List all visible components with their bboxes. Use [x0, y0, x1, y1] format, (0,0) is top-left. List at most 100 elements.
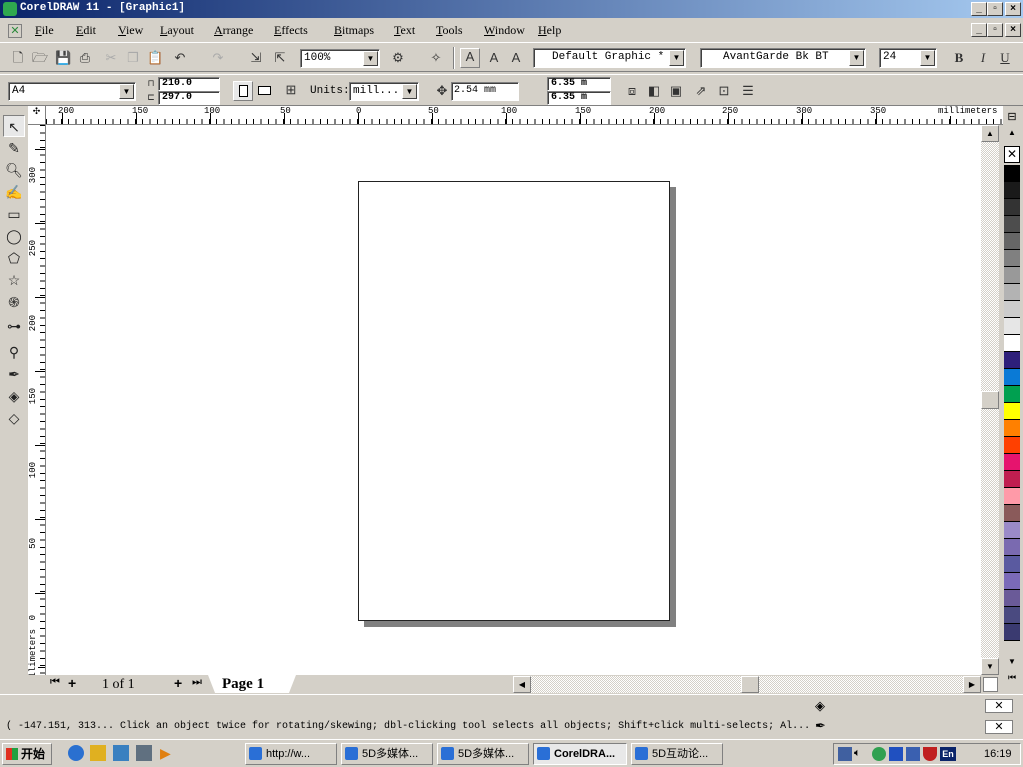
polygon-tool-icon[interactable]: ⬠	[3, 247, 25, 269]
ie-icon[interactable]	[68, 745, 84, 761]
doc-restore-button[interactable]: ▫	[987, 23, 1003, 37]
new-icon[interactable]: 🗋	[10, 50, 26, 66]
media-player-icon[interactable]: ▶	[160, 745, 176, 761]
fill-none-swatch[interactable]: ✕	[985, 699, 1013, 713]
task-button-5d-1[interactable]: 5D多媒体...	[341, 743, 433, 765]
color-swatch[interactable]	[1004, 539, 1020, 556]
corel-online-icon[interactable]: ✧	[428, 50, 444, 66]
horizontal-ruler[interactable]: 200 150 100 50 0 50 100 150 200 250 300 …	[46, 106, 1003, 125]
export-icon[interactable]: ⇱	[272, 50, 288, 66]
paper-type-select[interactable]: A4 ▼	[8, 82, 136, 101]
desktop-icon[interactable]	[113, 745, 129, 761]
color-swatch[interactable]	[1004, 403, 1020, 420]
select-icon[interactable]: ⇗	[693, 83, 709, 99]
minimize-button[interactable]: _	[971, 2, 987, 16]
color-swatch[interactable]	[1004, 335, 1020, 352]
color-swatch[interactable]	[1004, 386, 1020, 403]
scroll-down-button[interactable]: ▼	[981, 658, 999, 675]
treat-as-filled-icon[interactable]: ◧	[646, 83, 662, 99]
page-tab[interactable]: Page 1	[208, 675, 296, 693]
vertical-scroll-thumb[interactable]	[981, 391, 999, 409]
palette-expand-icon[interactable]: ⏮	[1004, 672, 1020, 686]
outline-tool-icon[interactable]: ✒	[3, 363, 25, 385]
units-to-page-icon[interactable]: ⧈	[624, 83, 640, 99]
tray-security-icon[interactable]	[906, 747, 920, 761]
color-swatch[interactable]	[1004, 454, 1020, 471]
star-tool-icon[interactable]: ☆	[3, 269, 25, 291]
menu-tools[interactable]: Tools	[436, 23, 463, 38]
color-swatch[interactable]	[1004, 488, 1020, 505]
ellipse-tool-icon[interactable]: ◯	[3, 225, 25, 247]
tray-lang-indicator[interactable]: En	[940, 747, 956, 761]
text-tool-icon[interactable]: ⊶	[3, 315, 25, 337]
add-page-after-icon[interactable]: +	[174, 675, 182, 691]
nudge-field[interactable]: 2.54 mm	[451, 82, 519, 101]
maximize-button[interactable]: ▫	[987, 2, 1003, 16]
color-swatch[interactable]	[1004, 318, 1020, 335]
doc-minimize-button[interactable]: _	[971, 23, 987, 37]
color-swatch[interactable]	[1004, 437, 1020, 454]
color-swatch[interactable]	[1004, 182, 1020, 199]
shape-tool-icon[interactable]: ✎	[3, 137, 25, 159]
text-direction-icon[interactable]: A	[508, 50, 524, 66]
paper-width-field[interactable]: 210.0	[158, 77, 220, 91]
tray-volume-icon[interactable]: 🔈︎	[854, 747, 868, 761]
first-page-icon[interactable]: ⏮	[50, 676, 60, 689]
menu-text[interactable]: Text	[394, 23, 415, 38]
outlook-icon[interactable]	[90, 745, 106, 761]
color-swatch[interactable]	[1004, 420, 1020, 437]
menu-effects[interactable]: Effects	[274, 23, 308, 38]
color-swatch[interactable]	[1004, 352, 1020, 369]
save-icon[interactable]: 💾	[55, 50, 71, 66]
color-swatch[interactable]	[1004, 216, 1020, 233]
tray-network-icon[interactable]	[838, 747, 852, 761]
menu-help[interactable]: Help	[538, 23, 561, 38]
last-page-icon[interactable]: ⏭	[192, 676, 202, 689]
interactive-fill-tool-icon[interactable]: ◇	[3, 407, 25, 429]
paste-icon[interactable]: 📋	[147, 50, 163, 66]
task-button-coreldraw[interactable]: CorelDRA...	[533, 743, 627, 765]
duplicate-x-field[interactable]: 6.35 m	[547, 77, 611, 91]
pick-tool-icon[interactable]: ↖	[3, 115, 25, 137]
bold-button[interactable]: B	[951, 50, 967, 66]
color-swatch[interactable]	[1004, 369, 1020, 386]
text-underline-icon[interactable]: A	[486, 50, 502, 66]
color-swatch[interactable]	[1004, 199, 1020, 216]
color-swatch[interactable]	[1004, 556, 1020, 573]
start-button[interactable]: 开始	[2, 743, 52, 765]
view-navigator-icon[interactable]	[983, 677, 998, 692]
menu-view[interactable]: View	[118, 23, 143, 38]
options-icon[interactable]: ☰	[740, 83, 756, 99]
show-desktop-icon[interactable]	[136, 745, 152, 761]
color-swatch[interactable]	[1004, 301, 1020, 318]
vertical-scrollbar[interactable]: ▲ ▼	[981, 125, 999, 675]
color-swatch[interactable]	[1004, 284, 1020, 301]
ruler-corner[interactable]: ✣	[28, 106, 46, 125]
close-button[interactable]: ×	[1005, 2, 1021, 16]
color-swatch[interactable]	[1004, 522, 1020, 539]
doc-close-button[interactable]: ×	[1005, 23, 1021, 37]
text-align-icon[interactable]: A	[460, 48, 480, 68]
color-swatch[interactable]	[1004, 624, 1020, 641]
zoom-select[interactable]: 100% ▼	[300, 49, 380, 68]
zoom-tool-icon[interactable]: 🔍︎	[3, 159, 25, 181]
menu-layout[interactable]: Layout	[160, 23, 194, 38]
color-swatch[interactable]	[1004, 573, 1020, 590]
vertical-ruler[interactable]: 300 250 200 150 100 50 0 millimeters	[28, 125, 46, 675]
spiral-tool-icon[interactable]: ֍	[3, 291, 25, 313]
add-page-before-icon[interactable]: +	[68, 675, 76, 691]
document-icon[interactable]: ✕	[8, 24, 22, 38]
color-swatch[interactable]	[1004, 267, 1020, 284]
color-swatch[interactable]	[1004, 233, 1020, 250]
redo-icon[interactable]: ↷	[210, 50, 226, 66]
horizontal-scroll-thumb[interactable]	[741, 676, 759, 693]
task-button-5d-forum[interactable]: 5D互动论...	[631, 743, 723, 765]
menu-window[interactable]: Window	[484, 23, 525, 38]
palette-scroll-up-icon[interactable]: ▲	[1004, 128, 1020, 140]
transform-icon[interactable]: ⊡	[716, 83, 732, 99]
palette-scroll-down-icon[interactable]: ▼	[1004, 657, 1020, 669]
fill-tool-icon[interactable]: ◈	[3, 385, 25, 407]
color-swatch[interactable]	[1004, 590, 1020, 607]
scroll-right-button[interactable]: ▶	[963, 676, 981, 693]
no-color-swatch[interactable]: ✕	[1004, 146, 1020, 163]
